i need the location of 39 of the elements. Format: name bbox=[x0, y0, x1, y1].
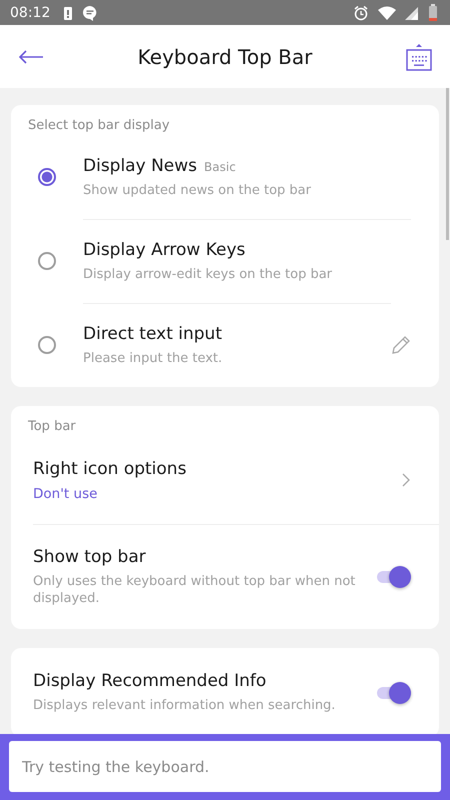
battery-icon bbox=[428, 4, 438, 22]
option-description: Please input the text. bbox=[83, 350, 224, 368]
option-description: Show updated news on the top bar bbox=[83, 183, 312, 200]
radio-option[interactable]: Direct text input Please input the text. bbox=[11, 302, 439, 387]
back-arrow-icon bbox=[18, 50, 44, 64]
option-title: Direct text input bbox=[83, 324, 222, 344]
radio-button[interactable] bbox=[38, 168, 56, 186]
page-title: Keyboard Top Bar bbox=[138, 44, 312, 68]
radio-option[interactable]: Display Arrow Keys Display arrow-edit keys on the top bar bbox=[11, 218, 439, 303]
section-title: Top bar bbox=[27, 418, 77, 436]
setting-description: Displays relevant information when searching. bbox=[33, 698, 336, 716]
test-input-field[interactable]: Try testing the keyboard. bbox=[9, 741, 441, 792]
radio-option[interactable]: Display News Basic Show updated news on the top bar bbox=[11, 135, 439, 219]
status-time: 08:12 bbox=[10, 4, 50, 20]
section-title: Select top bar display bbox=[27, 117, 171, 135]
settings-row[interactable]: Show top bar Only uses the keyboard without top bar when not displayed. bbox=[33, 524, 439, 630]
option-title: Display News bbox=[83, 156, 198, 176]
setting-title: Show top bar bbox=[33, 546, 147, 567]
keyboard-icon bbox=[406, 42, 432, 70]
alarm-icon bbox=[353, 4, 369, 20]
setting-description: Only uses the keyboard without top bar when not displayed. bbox=[33, 574, 356, 608]
battery-alert-icon bbox=[63, 4, 74, 20]
radio-button[interactable] bbox=[38, 336, 56, 354]
option-title: Display Arrow Keys bbox=[83, 240, 246, 260]
signal-icon bbox=[405, 4, 419, 20]
toggle-switch[interactable] bbox=[377, 566, 411, 588]
setting-title: Display Recommended Info bbox=[33, 671, 268, 692]
wifi-icon bbox=[378, 4, 396, 20]
chevron-right-icon bbox=[401, 472, 411, 488]
back-button[interactable] bbox=[16, 48, 46, 66]
message-icon bbox=[82, 4, 98, 20]
settings-row[interactable]: Right icon options Don't use bbox=[33, 436, 439, 524]
option-tag: Basic bbox=[204, 160, 236, 174]
radio-button[interactable] bbox=[38, 252, 56, 270]
setting-title: Right icon options bbox=[33, 458, 188, 479]
setting-value: Don't use bbox=[33, 486, 98, 502]
option-description: Display arrow-edit keys on the top bar bbox=[83, 266, 334, 284]
toggle-switch[interactable] bbox=[377, 682, 411, 704]
settings-row[interactable]: Display Recommended Info Displays relevant information when searching. bbox=[33, 648, 439, 734]
